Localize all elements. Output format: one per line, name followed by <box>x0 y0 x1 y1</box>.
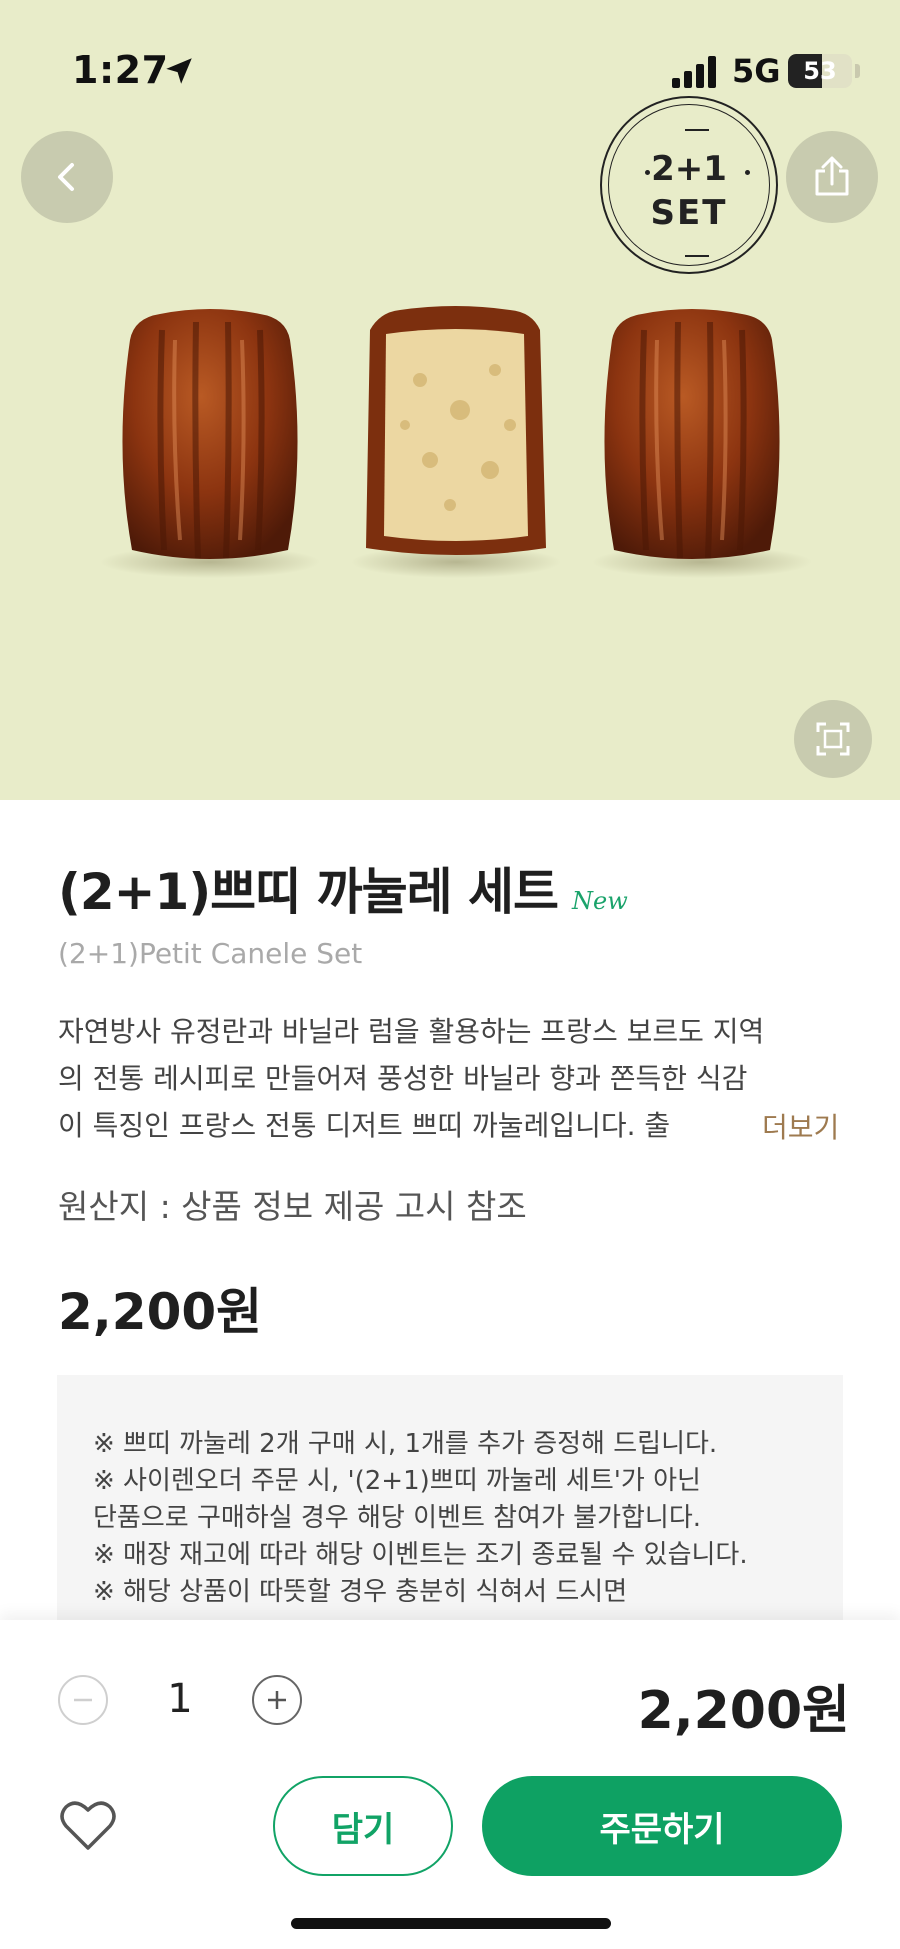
plus-icon <box>268 1691 286 1709</box>
battery-tip <box>855 64 860 78</box>
set-badge: 2+1 SET <box>600 96 778 274</box>
product-hero: 1:27 5G 53 2+1 SET <box>0 0 900 800</box>
share-icon <box>815 156 849 196</box>
quantity-increase-button[interactable] <box>252 1675 302 1725</box>
canele-product-image <box>100 306 812 578</box>
badge-rule <box>685 129 709 131</box>
quantity-decrease-button[interactable] <box>58 1675 108 1725</box>
description-line: 이 특징인 프랑스 전통 디저트 쁘띠 까눌레입니다. 출 <box>58 1109 671 1142</box>
description-line: 의 전통 레시피로 만들어져 풍성한 바닐라 향과 쫀득한 식감 <box>58 1062 748 1095</box>
location-arrow-icon <box>166 58 192 84</box>
back-button[interactable] <box>21 131 113 223</box>
share-button[interactable] <box>786 131 878 223</box>
quantity-value: 1 <box>167 1676 193 1722</box>
badge-offer-text: 2+1 <box>651 149 727 189</box>
product-subtitle: (2+1)Petit Canele Set <box>58 937 363 970</box>
badge-set-text: SET <box>650 193 728 233</box>
battery-label: 53 <box>803 57 837 85</box>
new-badge: New <box>572 887 628 915</box>
set-badge-ring: 2+1 SET <box>608 104 770 266</box>
status-bar: 1:27 5G 53 <box>0 0 900 140</box>
favorite-button[interactable] <box>56 1794 120 1858</box>
chevron-left-icon <box>58 163 74 191</box>
battery-icon: 53 <box>788 54 852 88</box>
product-title-row: (2+1)쁘띠 까눌레 세트 New <box>58 852 628 924</box>
status-time: 1:27 <box>72 48 169 92</box>
minus-icon <box>74 1698 92 1702</box>
add-to-cart-button[interactable]: 담기 <box>273 1776 453 1876</box>
total-price: 2,200원 <box>637 1681 850 1741</box>
product-price: 2,200원 <box>58 1283 263 1341</box>
notice-line: ※ 쁘띠 까눌레 2개 구매 시, 1개를 추가 증정해 드립니다. <box>93 1429 718 1459</box>
network-label: 5G <box>732 52 781 90</box>
origin-info: 원산지 : 상품 정보 제공 고시 참조 <box>58 1187 527 1226</box>
more-link[interactable]: 더보기 <box>762 1106 839 1146</box>
event-notice-box: ※ 쁘띠 까눌레 2개 구매 시, 1개를 추가 증정해 드립니다. ※ 사이렌… <box>57 1375 843 1620</box>
signal-icon <box>672 56 716 88</box>
badge-rule <box>685 255 709 257</box>
order-button[interactable]: 주문하기 <box>482 1776 842 1876</box>
notice-line: ※ 사이렌오더 주문 시, '(2+1)쁘띠 까눌레 세트'가 아닌 <box>93 1466 701 1496</box>
expand-icon <box>816 722 850 756</box>
home-indicator <box>291 1918 611 1929</box>
product-title: (2+1)쁘띠 까눌레 세트 <box>58 863 559 921</box>
description-line: 자연방사 유정란과 바닐라 럼을 활용하는 프랑스 보르도 지역 <box>58 1015 765 1048</box>
notice-line: ※ 매장 재고에 따라 해당 이벤트는 조기 종료될 수 있습니다. <box>93 1540 748 1570</box>
notice-line: ※ 해당 상품이 따뜻할 경우 충분히 식혀서 드시면 <box>93 1577 628 1607</box>
fullscreen-button[interactable] <box>794 700 872 778</box>
product-description: 자연방사 유정란과 바닐라 럼을 활용하는 프랑스 보르도 지역 의 전통 레시… <box>58 1008 848 1149</box>
heart-icon <box>60 1801 116 1850</box>
notice-line: 단품으로 구매하실 경우 해당 이벤트 참여가 불가합니다. <box>93 1503 702 1533</box>
